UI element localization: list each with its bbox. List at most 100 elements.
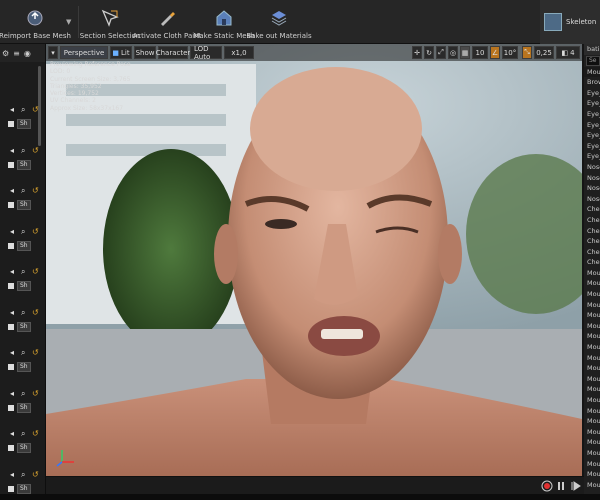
checkbox-icon[interactable]: [8, 485, 14, 492]
magnifier-icon[interactable]: ⌕: [21, 187, 29, 195]
playback-speed-button[interactable]: x1,0: [224, 46, 254, 59]
magnifier-icon[interactable]: ⌕: [21, 470, 29, 479]
lod-auto-button[interactable]: LOD Auto: [190, 45, 222, 61]
arrow-left-icon[interactable]: ◂: [10, 389, 18, 398]
refresh-icon[interactable]: ↺: [32, 389, 40, 398]
curve-list-item[interactable]: Chee: [584, 247, 600, 258]
arrow-left-icon[interactable]: ◂: [10, 146, 18, 155]
scale-tool-icon[interactable]: ⤢: [436, 46, 446, 59]
arrow-left-icon[interactable]: ◂: [10, 470, 18, 479]
curve-list-item[interactable]: Mou: [584, 310, 600, 321]
grid-snap-value[interactable]: 10: [472, 46, 488, 59]
arrow-left-icon[interactable]: ◂: [10, 349, 18, 357]
morph-target-row[interactable]: ◂ ⌕ ↺: [0, 347, 40, 359]
refresh-icon[interactable]: ↺: [32, 470, 40, 479]
curve-list-item[interactable]: Mou: [584, 363, 600, 374]
show-toggle-button[interactable]: Sh: [17, 200, 31, 210]
reimport-dropdown-icon[interactable]: ▼: [66, 18, 71, 26]
show-toggle-button[interactable]: Sh: [17, 321, 31, 332]
arrow-left-icon[interactable]: ◂: [10, 106, 18, 114]
checkbox-icon[interactable]: [8, 202, 14, 208]
curve-list-item[interactable]: Eye_: [584, 130, 600, 141]
show-toggle-button[interactable]: Sh: [17, 483, 31, 494]
checkbox-icon[interactable]: [8, 161, 14, 168]
curve-list-item[interactable]: Eye_: [584, 141, 600, 152]
checkbox-icon[interactable]: [8, 323, 14, 330]
refresh-icon[interactable]: ↺: [32, 106, 40, 114]
activate-cloth-paint-button[interactable]: Activate Cloth Paint: [133, 0, 201, 44]
curve-list-item[interactable]: Chee: [584, 236, 600, 247]
show-toggle-button[interactable]: Sh: [17, 159, 31, 170]
make-static-mesh-button[interactable]: Make Static Mesh: [193, 0, 255, 44]
morph-target-row[interactable]: ◂ ⌕ ↺: [0, 145, 40, 157]
curve-list-item[interactable]: Nose: [584, 173, 600, 184]
preview-viewport[interactable]: ▾ Perspective ■ Lit Show Character LOD Au…: [46, 44, 582, 476]
rotation-snap-value[interactable]: 10°: [502, 46, 518, 59]
morph-target-row[interactable]: ◂ ⌕ ↺: [0, 185, 40, 197]
refresh-icon[interactable]: ↺: [32, 227, 40, 236]
magnifier-icon[interactable]: ⌕: [21, 349, 29, 357]
eye-icon[interactable]: ◉: [24, 49, 31, 58]
curve-list-item[interactable]: Nose: [584, 194, 600, 205]
curve-list-item[interactable]: Chee: [584, 226, 600, 237]
checkbox-icon[interactable]: [8, 364, 14, 370]
morph-target-row[interactable]: ◂ ⌕ ↺: [0, 104, 40, 116]
curve-list-item[interactable]: Mou: [584, 321, 600, 332]
arrow-left-icon[interactable]: ◂: [10, 430, 18, 438]
show-button[interactable]: Show: [134, 46, 156, 59]
curve-list-item[interactable]: Mou: [584, 448, 600, 459]
morph-target-row[interactable]: ◂ ⌕ ↺: [0, 428, 40, 440]
pause-icon[interactable]: [558, 482, 560, 490]
curve-list-item[interactable]: Mou: [584, 437, 600, 448]
scale-snap-icon[interactable]: ⤡: [522, 46, 532, 59]
checkbox-icon[interactable]: [8, 445, 14, 451]
curve-list-item[interactable]: Mou: [584, 300, 600, 311]
curve-list-item[interactable]: Brow: [584, 77, 600, 88]
arrow-left-icon[interactable]: ◂: [10, 268, 18, 276]
morph-target-row[interactable]: ◂ ⌕ ↺: [0, 388, 40, 400]
refresh-icon[interactable]: ↺: [32, 430, 40, 438]
checkbox-icon[interactable]: [8, 121, 14, 127]
arrow-left-icon[interactable]: ◂: [10, 227, 18, 236]
reimport-base-mesh-button[interactable]: Reimport Base Mesh: [0, 0, 71, 44]
show-toggle-button[interactable]: Sh: [17, 240, 31, 251]
show-toggle-button[interactable]: Sh: [17, 443, 31, 453]
skeleton-button[interactable]: Skeleton: [540, 0, 600, 44]
curve-list-item[interactable]: Mou: [584, 480, 600, 491]
curve-list-item[interactable]: Mou: [584, 427, 600, 438]
curve-list-item[interactable]: Mou: [584, 459, 600, 470]
curve-list-item[interactable]: Eye_: [584, 109, 600, 120]
curve-list-item[interactable]: Eye_: [584, 151, 600, 162]
curve-list-item[interactable]: Mou: [584, 342, 600, 353]
curve-list-item[interactable]: Mou: [584, 469, 600, 480]
refresh-icon[interactable]: ↺: [32, 146, 40, 155]
curve-list-item[interactable]: Chee: [584, 215, 600, 226]
curve-list-item[interactable]: Nose: [584, 183, 600, 194]
magnifier-icon[interactable]: ⌕: [21, 308, 29, 317]
refresh-icon[interactable]: ↺: [32, 349, 40, 357]
settings-icon[interactable]: ⚙: [2, 49, 9, 58]
morph-target-row[interactable]: ◂ ⌕ ↺: [0, 469, 40, 481]
section-selection-button[interactable]: Section Selection: [80, 0, 140, 44]
refresh-icon[interactable]: ↺: [32, 308, 40, 317]
rotation-snap-icon[interactable]: ∠: [490, 46, 500, 59]
filter-icon[interactable]: ≡: [13, 49, 20, 58]
lit-button[interactable]: ■ Lit: [110, 46, 132, 59]
step-end-icon[interactable]: [571, 481, 581, 491]
checkbox-icon[interactable]: [8, 404, 14, 411]
curve-list-item[interactable]: Mou: [584, 416, 600, 427]
morph-target-row[interactable]: ◂ ⌕ ↺: [0, 266, 40, 278]
curve-list-item[interactable]: Mou: [584, 268, 600, 279]
character-button[interactable]: Character: [156, 46, 190, 59]
refresh-icon[interactable]: ↺: [32, 187, 40, 195]
checkbox-icon[interactable]: [8, 242, 14, 249]
curve-list-item[interactable]: Mou: [584, 374, 600, 385]
curve-list-item[interactable]: Mou: [584, 278, 600, 289]
camera-speed-button[interactable]: ◧ 4: [556, 46, 580, 59]
show-toggle-button[interactable]: Sh: [17, 281, 31, 291]
bake-out-materials-button[interactable]: Bake out Materials: [246, 0, 312, 44]
viewport-options-dropdown[interactable]: ▾: [48, 46, 58, 59]
curve-list-item[interactable]: Mou: [584, 384, 600, 395]
show-toggle-button[interactable]: Sh: [17, 119, 31, 129]
curve-list-item[interactable]: Eye_: [584, 88, 600, 99]
